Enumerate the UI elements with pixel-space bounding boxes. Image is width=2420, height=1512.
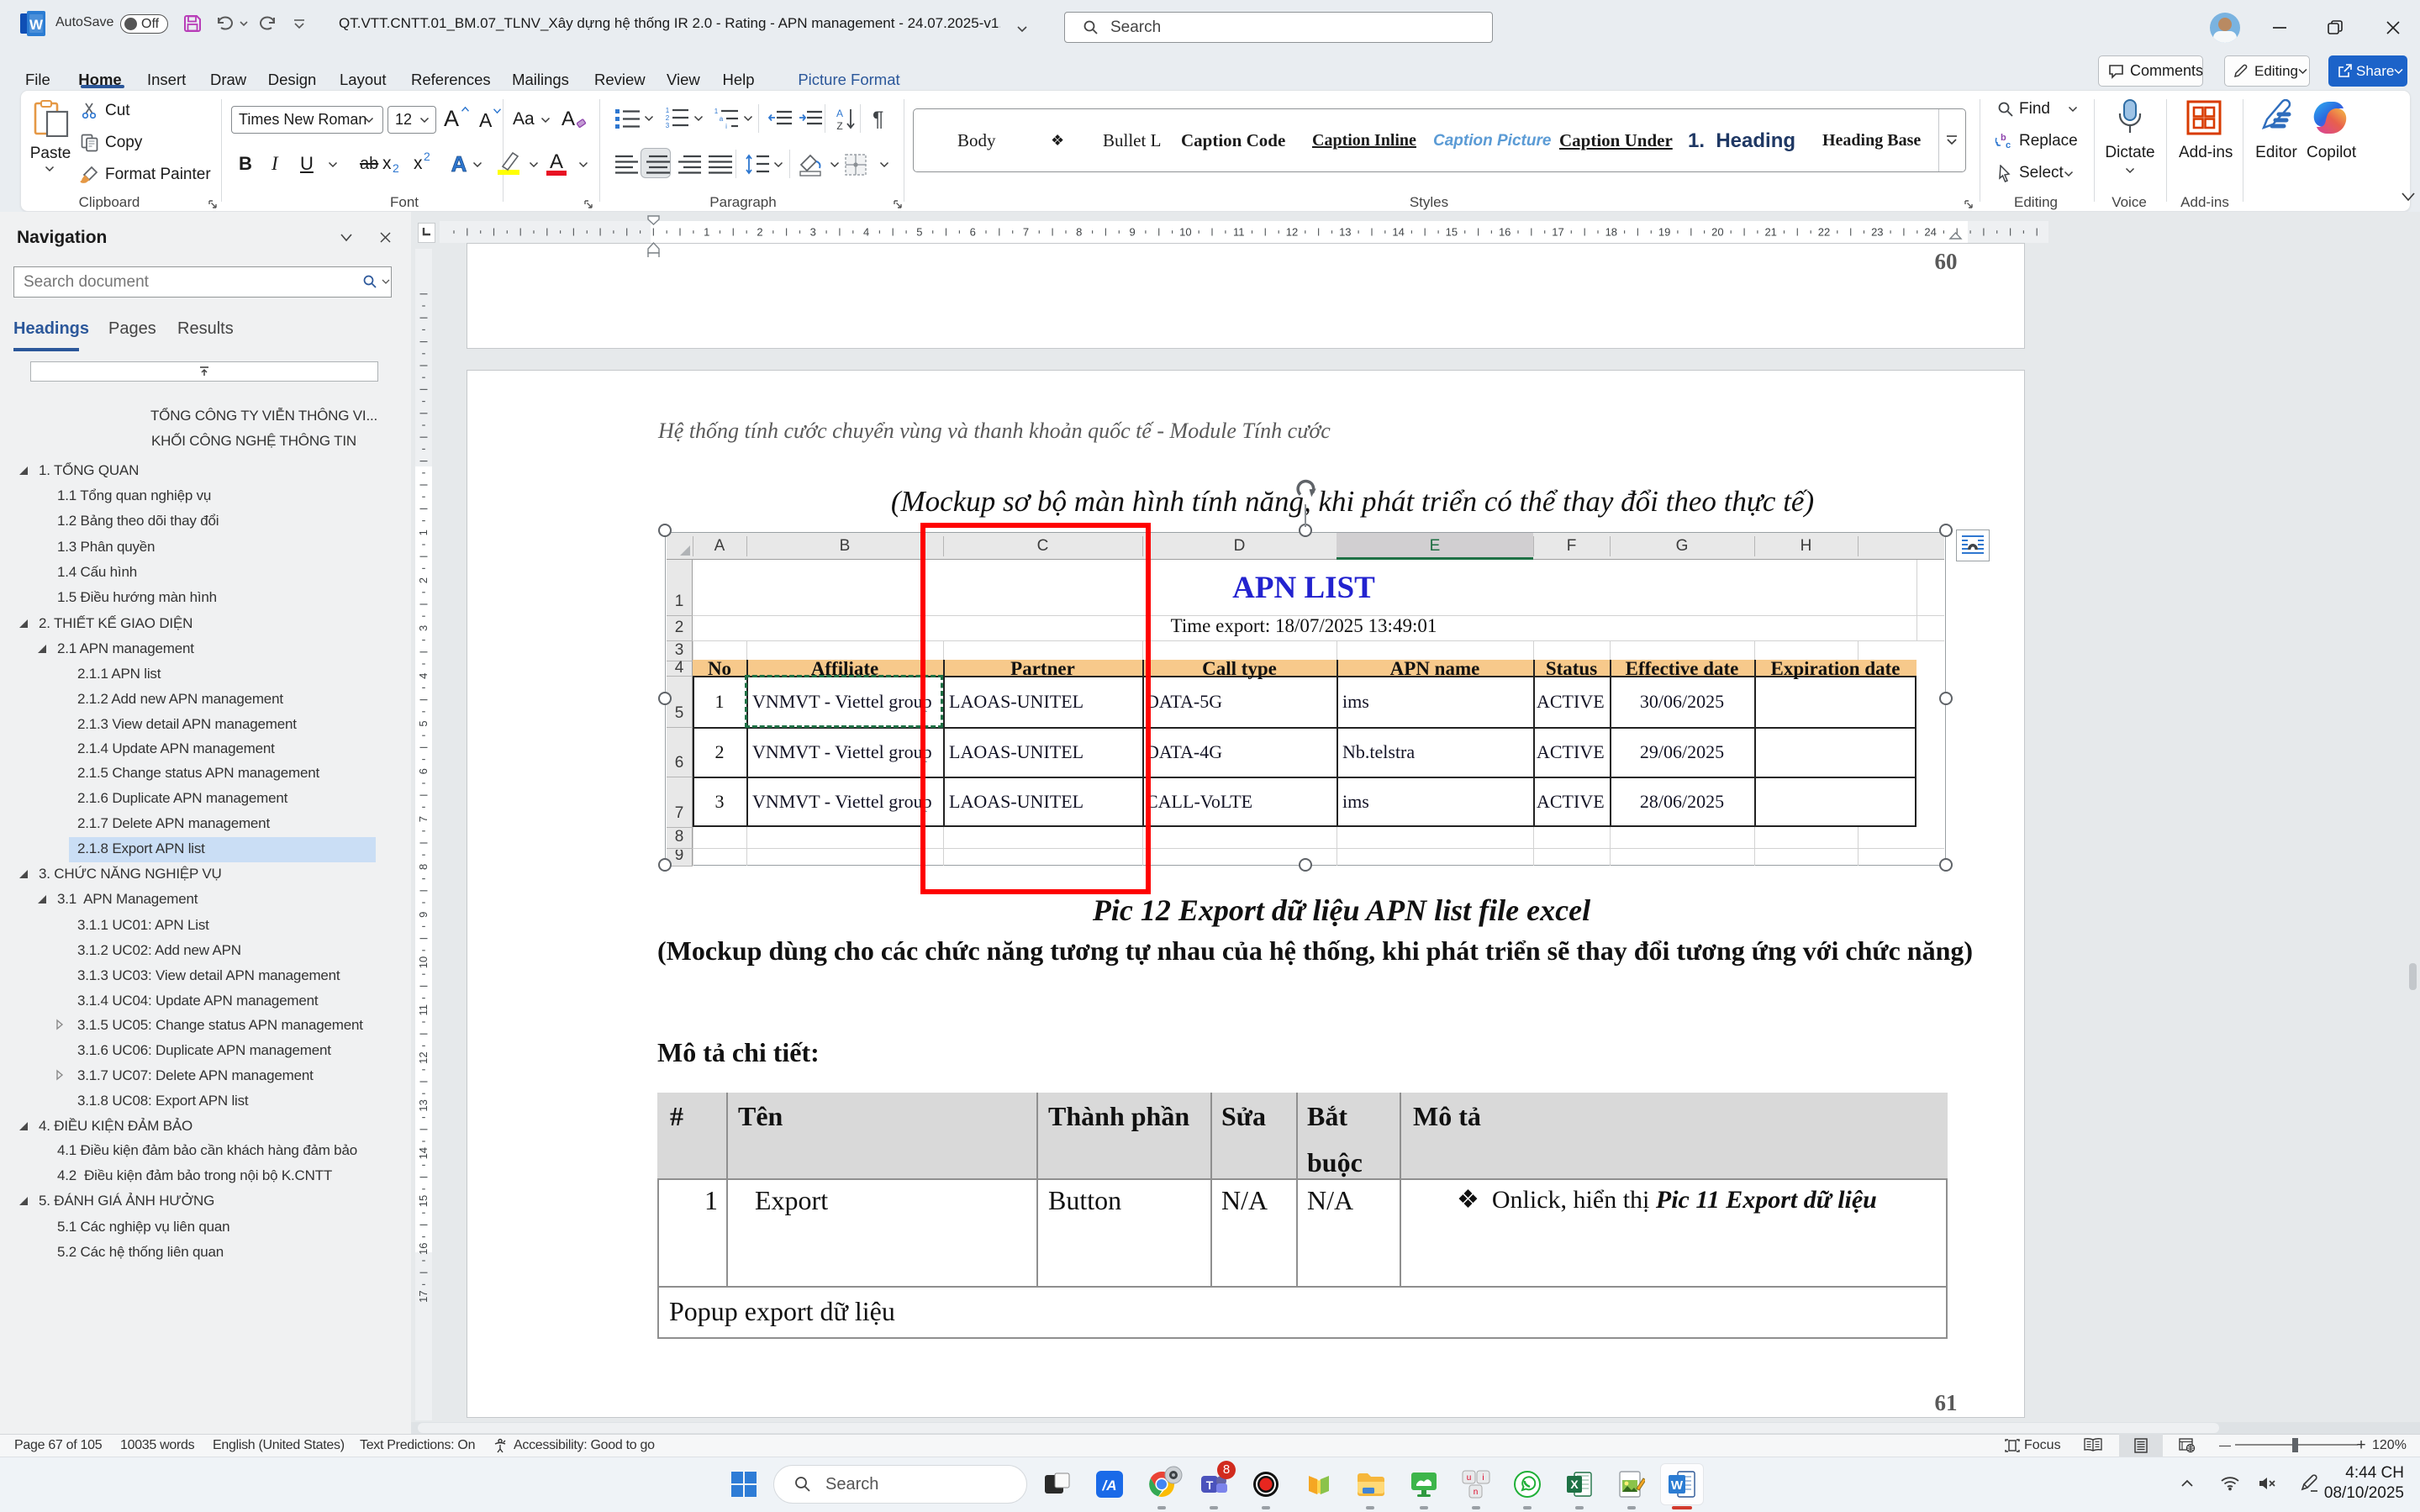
svg-text:13: 13 bbox=[417, 1099, 430, 1111]
svg-text:9: 9 bbox=[417, 912, 430, 918]
svg-text:7: 7 bbox=[1023, 226, 1029, 239]
svg-text:13: 13 bbox=[1339, 226, 1351, 239]
svg-text:A: A bbox=[550, 150, 563, 173]
svg-text:u: u bbox=[1467, 1473, 1472, 1483]
svg-text:5: 5 bbox=[417, 720, 430, 726]
svg-text:T: T bbox=[1206, 1478, 1214, 1492]
svg-text:14: 14 bbox=[417, 1147, 430, 1159]
svg-text:/A: /A bbox=[1102, 1478, 1117, 1494]
svg-text:i: i bbox=[1482, 1473, 1484, 1483]
svg-text:8: 8 bbox=[1076, 226, 1082, 239]
svg-text:17: 17 bbox=[1552, 226, 1563, 239]
svg-text:19: 19 bbox=[1658, 226, 1670, 239]
svg-text:1: 1 bbox=[666, 108, 670, 114]
svg-text:3: 3 bbox=[666, 122, 670, 129]
svg-text:10: 10 bbox=[1179, 226, 1191, 239]
svg-text:n: n bbox=[1474, 1488, 1479, 1497]
svg-text:2: 2 bbox=[757, 226, 762, 239]
svg-text:15: 15 bbox=[1446, 226, 1458, 239]
svg-text:23: 23 bbox=[1871, 226, 1883, 239]
svg-text:4: 4 bbox=[417, 673, 430, 679]
svg-text:16: 16 bbox=[417, 1243, 430, 1255]
svg-text:16: 16 bbox=[1499, 226, 1511, 239]
svg-text:22: 22 bbox=[1818, 226, 1830, 239]
svg-text:c: c bbox=[2006, 140, 2011, 150]
svg-text:12: 12 bbox=[417, 1051, 430, 1063]
svg-text:a: a bbox=[720, 115, 724, 123]
svg-text:17: 17 bbox=[417, 1290, 430, 1302]
svg-text:A: A bbox=[836, 108, 843, 119]
svg-text:18: 18 bbox=[1605, 226, 1617, 239]
svg-text:X: X bbox=[1570, 1478, 1579, 1491]
svg-text:21: 21 bbox=[1764, 226, 1776, 239]
svg-text:9: 9 bbox=[1129, 226, 1135, 239]
svg-text:W: W bbox=[29, 17, 44, 33]
svg-text:12: 12 bbox=[1286, 226, 1298, 239]
svg-text:W: W bbox=[1671, 1478, 1684, 1493]
svg-text:14: 14 bbox=[1392, 226, 1404, 239]
svg-text:6: 6 bbox=[417, 768, 430, 774]
svg-text:15: 15 bbox=[417, 1195, 430, 1207]
svg-text:i: i bbox=[725, 123, 727, 130]
svg-text:11: 11 bbox=[417, 1004, 430, 1016]
svg-text:Z: Z bbox=[836, 120, 842, 132]
svg-text:20: 20 bbox=[1711, 226, 1723, 239]
svg-text:2: 2 bbox=[666, 114, 670, 122]
svg-text:A: A bbox=[451, 151, 467, 176]
svg-text:3: 3 bbox=[810, 226, 816, 239]
svg-text:5: 5 bbox=[916, 226, 922, 239]
svg-text:7: 7 bbox=[417, 816, 430, 822]
svg-text:11: 11 bbox=[1233, 226, 1245, 239]
svg-text:1: 1 bbox=[704, 226, 709, 239]
svg-text:1: 1 bbox=[417, 529, 430, 535]
svg-text:6: 6 bbox=[970, 226, 976, 239]
svg-text:4: 4 bbox=[863, 226, 869, 239]
svg-text:24: 24 bbox=[1924, 226, 1936, 239]
svg-text:1: 1 bbox=[714, 108, 719, 115]
svg-text:3: 3 bbox=[417, 625, 430, 631]
svg-text:10: 10 bbox=[417, 956, 430, 968]
svg-text:8: 8 bbox=[417, 864, 430, 870]
svg-text:2: 2 bbox=[417, 577, 430, 583]
